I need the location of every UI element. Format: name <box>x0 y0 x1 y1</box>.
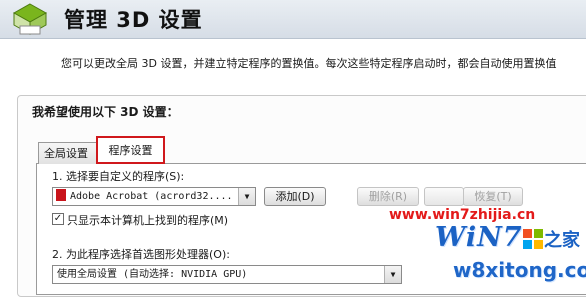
nvidia-control-panel-icon <box>12 3 48 35</box>
show-only-found-label: 只显示本计算机上找到的程序(M) <box>67 214 229 227</box>
tab-program-settings[interactable]: 程序设置 <box>96 136 165 164</box>
win7-logo-suffix: 之家 <box>544 230 580 251</box>
gpu-select-value: 使用全局设置 (自动选择: NVIDIA GPU) <box>57 269 248 280</box>
pdf-icon <box>56 189 66 201</box>
restore-button[interactable]: 恢复(T) <box>463 187 523 206</box>
select-gpu-label: 2. 为此程序选择首选图形处理器(O): <box>52 248 230 261</box>
program-icon-button <box>424 187 464 206</box>
section-title: 我希望使用以下 3D 设置： <box>32 105 179 119</box>
watermark-url: www.win7zhijia.cn <box>389 207 536 223</box>
remove-program-button[interactable]: 删除(R) <box>357 187 419 206</box>
chevron-down-icon: ▼ <box>384 266 401 283</box>
gpu-select[interactable]: 使用全局设置 (自动选择: NVIDIA GPU) ▼ <box>52 265 402 284</box>
page-description: 您可以更改全局 3D 设置，并建立特定程序的置换值。每次这些特定程序启动时，都会… <box>61 57 557 70</box>
windows-flag-icon <box>523 229 543 249</box>
chevron-down-icon: ▼ <box>238 188 255 205</box>
win7-logo: WiN7 <box>435 222 523 253</box>
page-header: 管理 3D 设置 <box>0 0 586 39</box>
page-title: 管理 3D 设置 <box>64 8 203 32</box>
select-program-label: 1. 选择要自定义的程序(S): <box>52 170 185 183</box>
program-select[interactable]: Adobe Acrobat (acrord32.... ▼ <box>52 187 256 206</box>
program-select-value: Adobe Acrobat (acrord32.... <box>70 191 233 202</box>
add-program-button[interactable]: 添加(D) <box>264 187 326 206</box>
show-only-found-checkbox[interactable]: ✓ <box>52 213 64 225</box>
win7-logo-text: WiN7 <box>435 222 523 253</box>
watermark-site: w8xitong.com <box>453 258 586 282</box>
tab-global-settings[interactable]: 全局设置 <box>38 142 98 164</box>
